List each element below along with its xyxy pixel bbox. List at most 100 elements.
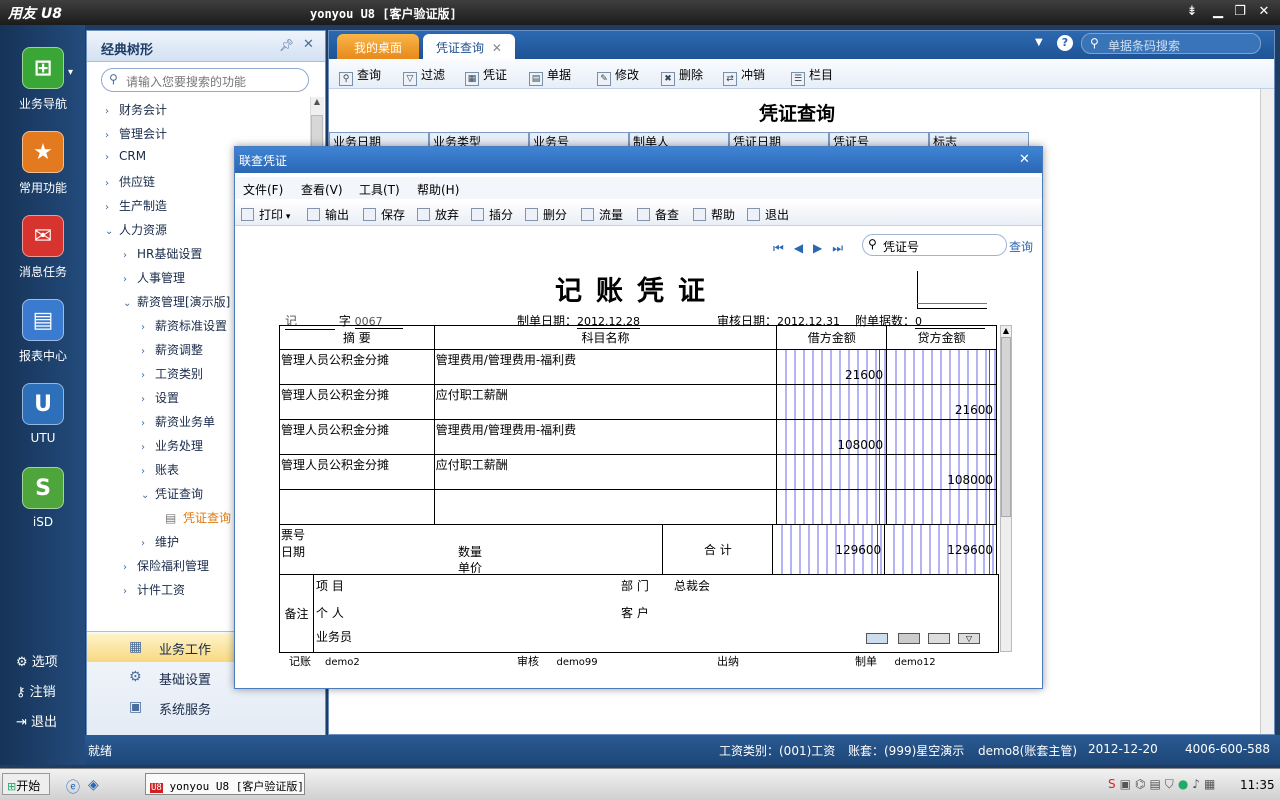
dialog-menu-item[interactable]: 帮助(H) [417, 181, 459, 198]
tree-node[interactable]: › 保险福利管理 [123, 557, 209, 574]
tree-node[interactable]: ⌄ 凭证查询 [141, 485, 203, 502]
tree-node[interactable]: › 设置 [141, 389, 179, 406]
tray-icon[interactable]: ▦ [1204, 777, 1219, 791]
dialog-toolbar-button[interactable]: 备查 [637, 206, 679, 223]
toolbar-button[interactable]: ✖ 删除 [661, 66, 703, 86]
dialog-menu-item[interactable]: 查看(V) [301, 181, 343, 198]
taskbar-app-button[interactable]: U8 yonyou U8 [客户验证版] [145, 773, 305, 795]
toolbar-icon: ▽ [403, 72, 417, 86]
tree-node[interactable]: › 账表 [141, 461, 179, 478]
main-scrollbar[interactable] [1260, 89, 1274, 734]
voucher-entry-row[interactable]: 管理人员公积金分摊 应付职工薪酬 108000 [279, 454, 997, 490]
voucher-query-button[interactable]: 查询 [1009, 238, 1033, 255]
voucher-entry-row[interactable]: 管理人员公积金分摊 应付职工薪酬 21600 [279, 384, 997, 420]
dialog-menu-item[interactable]: 工具(T) [359, 181, 400, 198]
tree-node[interactable]: › 薪资调整 [141, 341, 203, 358]
tree-node[interactable]: › 财务会计 [105, 101, 167, 118]
help-icon[interactable]: ? [1057, 35, 1073, 51]
tree-node[interactable]: ▤ 凭证查询 [165, 509, 231, 526]
tree-node[interactable]: › 薪资标准设置 [141, 317, 227, 334]
voucher-entry-row[interactable]: 管理人员公积金分摊 管理费用/管理费用-福利费 108000 [279, 419, 997, 455]
rail-messages-button[interactable]: ✉ 消息任务 [10, 215, 76, 280]
close-icon[interactable]: ✕ [303, 37, 314, 52]
ime-icon[interactable]: S [1108, 777, 1120, 791]
tree-node[interactable]: › 业务处理 [141, 437, 203, 454]
network-icon[interactable]: ⌬ [1135, 777, 1149, 791]
toolbar-button[interactable]: ▦ 凭证 [465, 66, 507, 86]
speaker-icon[interactable]: ♪ [1192, 777, 1204, 791]
toolbar-button[interactable]: ⇄ 冲销 [723, 66, 765, 86]
expand-icon[interactable]: ▽ [958, 633, 980, 644]
voucher-entry-row[interactable]: 管理人员公积金分摊 管理费用/管理费用-福利费 21600 [279, 349, 997, 385]
dialog-toolbar-button[interactable]: 放弃 [417, 206, 459, 223]
tree-node[interactable]: › 人事管理 [123, 269, 185, 286]
rail-logout-button[interactable]: ⚷ 注销 [16, 681, 56, 700]
rail-business-nav-button[interactable]: ⊞ 业务导航 [10, 47, 76, 112]
tree-node[interactable]: › 计件工资 [123, 581, 185, 598]
tree-node[interactable]: ⌄ 薪资管理[演示版] [123, 293, 230, 310]
tab-voucher-query[interactable]: 凭证查询 ✕ [423, 34, 515, 59]
chevron-down-icon[interactable]: ▾ [283, 212, 291, 222]
tree-node[interactable]: › 供应链 [105, 173, 155, 190]
tree-search-input[interactable]: ⚲ 请输入您要搜索的功能 [101, 68, 309, 92]
close-icon[interactable]: ✕ [1254, 3, 1274, 21]
close-icon[interactable]: ✕ [1019, 152, 1030, 167]
barcode-search-input[interactable]: ⚲ 单据条码搜索 [1081, 33, 1261, 54]
rail-common-functions-button[interactable]: ★ 常用功能 [10, 131, 76, 196]
dialog-menu-item[interactable]: 文件(F) [243, 181, 283, 198]
tree-node[interactable]: › 管理会计 [105, 125, 167, 142]
ie-icon[interactable]: ⓔ [66, 777, 80, 797]
voucher-scrollbar[interactable]: ▲ [1000, 325, 1012, 652]
globe-icon[interactable]: ● [1178, 777, 1192, 791]
toolbar-button[interactable]: ▤ 单据 [529, 66, 571, 86]
start-button[interactable]: ⊞开始 [2, 773, 50, 795]
dialog-toolbar-button[interactable]: 帮助 [693, 206, 735, 223]
dialog-toolbar-button[interactable]: 保存 [363, 206, 405, 223]
toolbar-button[interactable]: ⚲ 查询 [339, 66, 381, 86]
tree-node[interactable]: ⌄ 人力资源 [105, 221, 167, 238]
toolbar-button[interactable]: ☰ 栏目 [791, 66, 833, 86]
last-record-icon[interactable]: ⏭ [832, 241, 853, 255]
tray-icon[interactable]: ▣ [1120, 777, 1135, 791]
calculator-icon[interactable] [898, 633, 920, 644]
tab-my-desktop[interactable]: 我的桌面 [337, 34, 419, 59]
tree-node[interactable]: › 生产制造 [105, 197, 167, 214]
chevron-down-icon[interactable]: ▼ [1035, 37, 1043, 48]
menu-dropdown-icon[interactable]: ⇟ [1182, 3, 1202, 21]
dialog-toolbar-button[interactable]: 输出 [307, 206, 349, 223]
tree-node[interactable]: › 维护 [141, 533, 179, 550]
edit-icon[interactable] [928, 633, 950, 644]
shield-icon[interactable]: ⛉ [1165, 777, 1178, 791]
tray-icon[interactable]: ▤ [1149, 777, 1164, 791]
tree-node[interactable]: › CRM [105, 149, 146, 163]
pin-icon[interactable]: 📌︎ [279, 38, 294, 52]
rail-options-button[interactable]: ⚙ 选项 [16, 651, 58, 670]
next-record-icon[interactable]: ▶ [813, 241, 832, 255]
rail-report-center-button[interactable]: ▤ 报表中心 [10, 299, 76, 364]
tree-node[interactable]: › HR基础设置 [123, 245, 202, 262]
first-record-icon[interactable]: ⏮ [773, 241, 794, 255]
toolbar-button[interactable]: ▽ 过滤 [403, 66, 445, 86]
dialog-toolbar-button[interactable]: 打印 ▾ [241, 206, 290, 223]
chevron-down-icon[interactable]: ▾ [68, 67, 73, 78]
voucher-number-search-input[interactable]: ⚲ 凭证号 [862, 234, 1007, 256]
dialog-toolbar-button[interactable]: 删分 [525, 206, 567, 223]
system-tray-icons[interactable]: S▣⌬▤⛉●♪▦ [1108, 777, 1219, 792]
tree-node[interactable]: › 薪资业务单 [141, 413, 215, 430]
system-service-button[interactable]: ▣ 系统服务 [87, 694, 325, 722]
dialog-toolbar-button[interactable]: 插分 [471, 206, 513, 223]
close-icon[interactable]: ✕ [492, 41, 502, 55]
rail-exit-button[interactable]: ⇥ 退出 [16, 711, 57, 730]
minimize-icon[interactable]: ▁ [1208, 3, 1228, 21]
toolbar-button[interactable]: ✎ 修改 [597, 66, 639, 86]
dialog-toolbar-button[interactable]: 退出 [747, 206, 789, 223]
note-icon[interactable] [866, 633, 888, 644]
tree-node[interactable]: › 工资类别 [141, 365, 203, 382]
dialog-toolbar-label: 备查 [655, 208, 680, 222]
rail-utu-button[interactable]: U UTU [10, 383, 76, 445]
restore-icon[interactable]: ❐ [1230, 3, 1250, 21]
quick-launch-icon[interactable]: ◈ [88, 777, 99, 793]
rail-isd-button[interactable]: S iSD [10, 467, 76, 529]
dialog-toolbar-button[interactable]: 流量 [581, 206, 623, 223]
previous-record-icon[interactable]: ◀ [794, 241, 813, 255]
